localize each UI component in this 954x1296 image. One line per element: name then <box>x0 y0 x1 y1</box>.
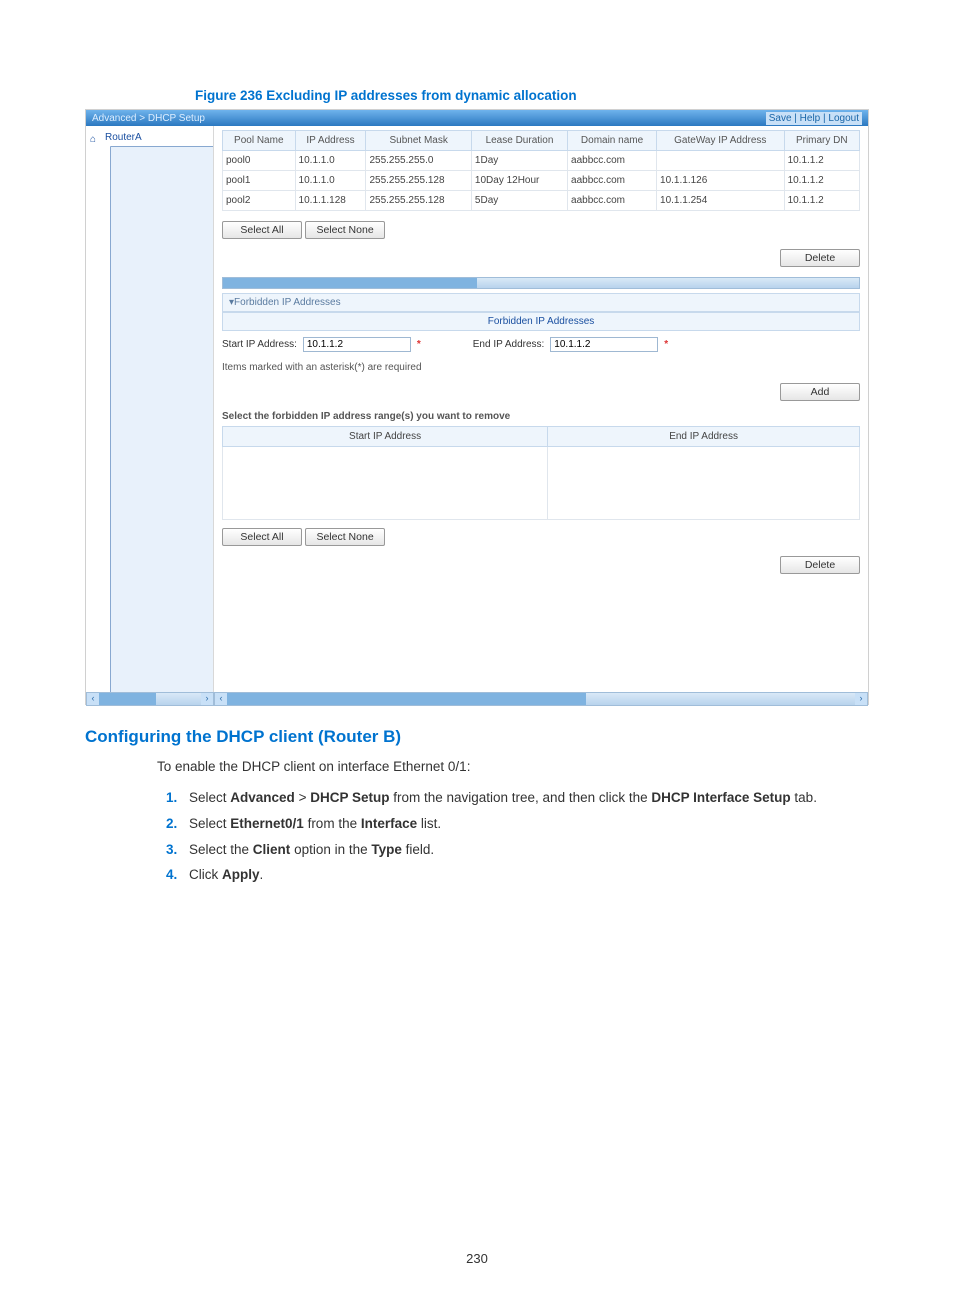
col-header: Lease Duration <box>471 131 567 151</box>
col-header: IP Address <box>295 131 366 151</box>
window-titlebar: Advanced > DHCP Setup Save | Help | Logo… <box>86 110 868 126</box>
forbidden-form-row: Start IP Address: * End IP Address: * <box>222 331 860 358</box>
forbidden-toggle[interactable]: ▾Forbidden IP Addresses <box>222 293 860 312</box>
page-icon <box>110 146 214 692</box>
breadcrumb: Advanced > DHCP Setup <box>92 113 205 124</box>
col-header: Subnet Mask <box>366 131 471 151</box>
screenshot-figure: Advanced > DHCP Setup Save | Help | Logo… <box>85 109 869 705</box>
page-number: 230 <box>0 1251 954 1266</box>
figure-caption: Figure 236 Excluding IP addresses from d… <box>195 88 869 103</box>
select-all-button[interactable]: Select All <box>222 221 302 239</box>
select-none-button[interactable]: Select None <box>305 221 385 239</box>
required-hint: Items marked with an asterisk(*) are req… <box>222 362 860 373</box>
add-button[interactable]: Add <box>780 383 860 401</box>
step-item: Click Apply. <box>181 862 869 888</box>
step-item: Select the Client option in the Type fie… <box>181 837 869 863</box>
tree-hscroll[interactable]: ‹› <box>86 692 214 706</box>
table-row[interactable]: pool110.1.1.0255.255.255.12810Day 12Hour… <box>223 171 860 191</box>
step-item: Select Ethernet0/1 from the Interface li… <box>181 811 869 837</box>
delete-button[interactable]: Delete <box>780 249 860 267</box>
start-ip-label: Start IP Address: <box>222 339 297 350</box>
top-links[interactable]: Save | Help | Logout <box>766 112 862 125</box>
main-panel: Pool NameIP AddressSubnet MaskLease Dura… <box>214 126 868 692</box>
remove-instruction: Select the forbidden IP address range(s)… <box>222 411 860 422</box>
required-star: * <box>417 339 421 350</box>
tree-item[interactable]: Device Info <box>90 146 213 692</box>
pool-table: Pool NameIP AddressSubnet MaskLease Dura… <box>222 130 860 211</box>
end-ip-label: End IP Address: <box>473 339 545 350</box>
intro-text: To enable the DHCP client on interface E… <box>157 757 869 777</box>
step-item: Select Advanced > DHCP Setup from the na… <box>181 785 869 811</box>
col-header: Pool Name <box>223 131 296 151</box>
select-all-button-2[interactable]: Select All <box>222 528 302 546</box>
col-end-ip: End IP Address <box>548 427 860 447</box>
end-ip-input[interactable] <box>550 337 658 352</box>
main-hscroll[interactable]: ‹› <box>214 692 868 706</box>
forbidden-ranges-table: Start IP Address End IP Address <box>222 426 860 520</box>
table-row[interactable]: pool210.1.1.128255.255.255.1285Dayaabbcc… <box>223 191 860 211</box>
select-none-button-2[interactable]: Select None <box>305 528 385 546</box>
col-header: Domain name <box>568 131 657 151</box>
col-header: Primary DN <box>784 131 859 151</box>
delete-button-2[interactable]: Delete <box>780 556 860 574</box>
section-heading: Configuring the DHCP client (Router B) <box>85 727 869 747</box>
col-header: GateWay IP Address <box>657 131 785 151</box>
table-row[interactable]: pool010.1.1.0255.255.255.01Dayaabbcc.com… <box>223 151 860 171</box>
start-ip-input[interactable] <box>303 337 411 352</box>
steps-list: Select Advanced > DHCP Setup from the na… <box>157 785 869 888</box>
router-icon: ⌂ <box>90 132 102 142</box>
forbidden-panel-title: Forbidden IP Addresses <box>222 312 860 331</box>
nav-tree[interactable]: ⌂RouterA Device InfoWizardInterface Setu… <box>86 126 214 692</box>
col-start-ip: Start IP Address <box>223 427 548 447</box>
required-star: * <box>664 339 668 350</box>
tree-root[interactable]: ⌂RouterA <box>90 130 213 146</box>
inner-hscroll[interactable] <box>222 277 860 289</box>
